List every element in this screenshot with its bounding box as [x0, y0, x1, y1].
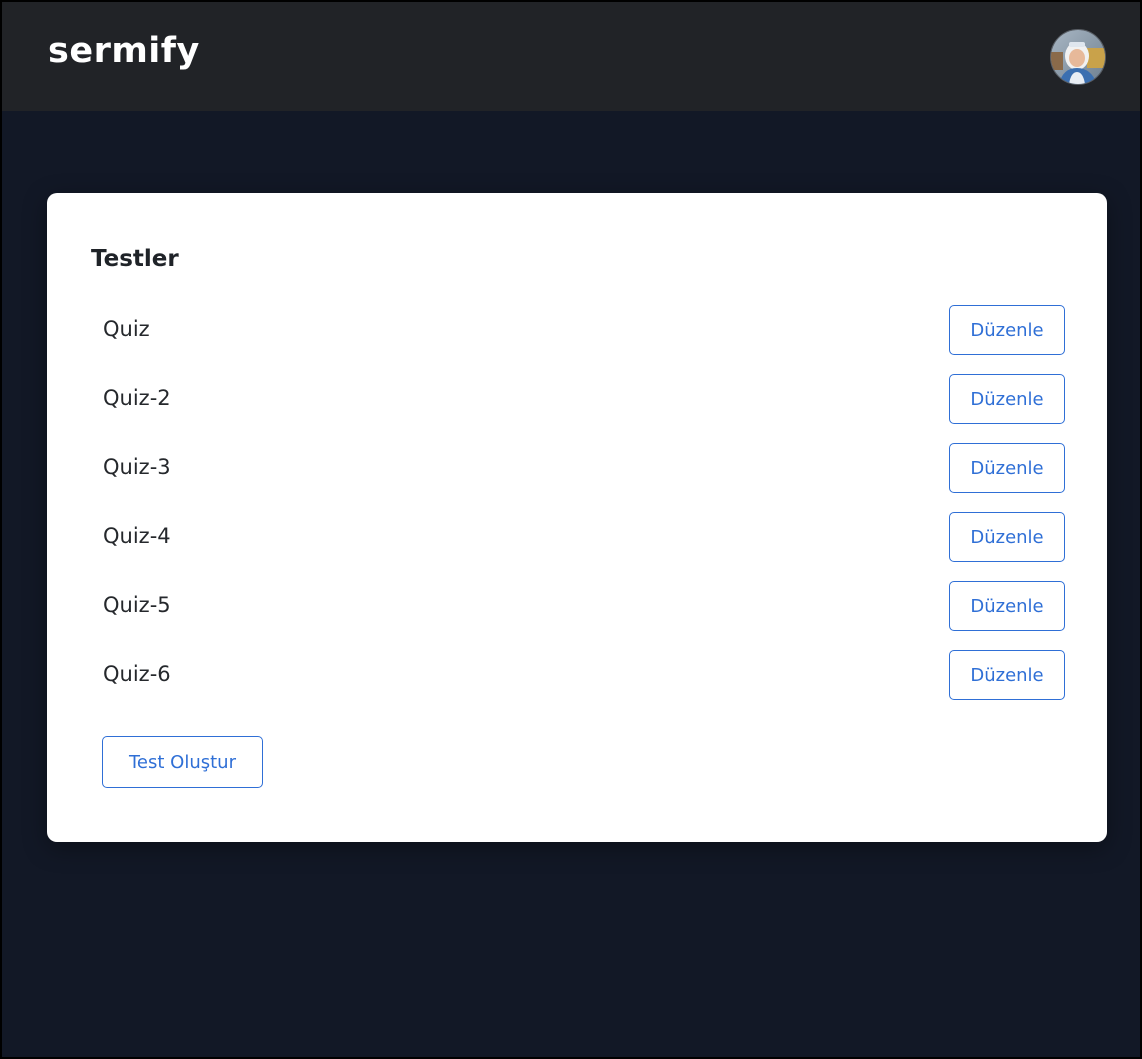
brand-logo[interactable]: sermify [48, 29, 200, 73]
card-title: Testler [91, 246, 179, 272]
quiz-name: Quiz-6 [103, 662, 171, 686]
quiz-name: Quiz-2 [103, 386, 171, 410]
app-frame: sermify Testler Quiz Düzenle Quiz-2 Düze… [0, 0, 1142, 1059]
quiz-list-item: Quiz-5 Düzenle [47, 581, 1107, 650]
edit-quiz-button[interactable]: Düzenle [949, 443, 1065, 493]
edit-quiz-button[interactable]: Düzenle [949, 512, 1065, 562]
quiz-list-item: Quiz-2 Düzenle [47, 374, 1107, 443]
quiz-name: Quiz-3 [103, 455, 171, 479]
edit-quiz-button[interactable]: Düzenle [949, 374, 1065, 424]
quiz-list-item: Quiz-6 Düzenle [47, 650, 1107, 719]
edit-quiz-button[interactable]: Düzenle [949, 581, 1065, 631]
avatar-photo-icon [1051, 30, 1105, 84]
quiz-list-item: Quiz Düzenle [47, 305, 1107, 374]
quiz-list-item: Quiz-3 Düzenle [47, 443, 1107, 512]
tests-card: Testler Quiz Düzenle Quiz-2 Düzenle Quiz-3 Dü… [47, 193, 1107, 842]
quiz-name: Quiz-5 [103, 593, 171, 617]
quiz-list: Quiz Düzenle Quiz-2 Düzenle Quiz-3 Düzenle Qui… [47, 305, 1107, 719]
create-test-button[interactable]: Test Oluştur [102, 736, 263, 788]
user-avatar[interactable] [1050, 29, 1106, 85]
quiz-name: Quiz [103, 317, 150, 341]
quiz-list-item: Quiz-4 Düzenle [47, 512, 1107, 581]
edit-quiz-button[interactable]: Düzenle [949, 650, 1065, 700]
top-navbar: sermify [2, 2, 1140, 111]
quiz-name: Quiz-4 [103, 524, 171, 548]
edit-quiz-button[interactable]: Düzenle [949, 305, 1065, 355]
